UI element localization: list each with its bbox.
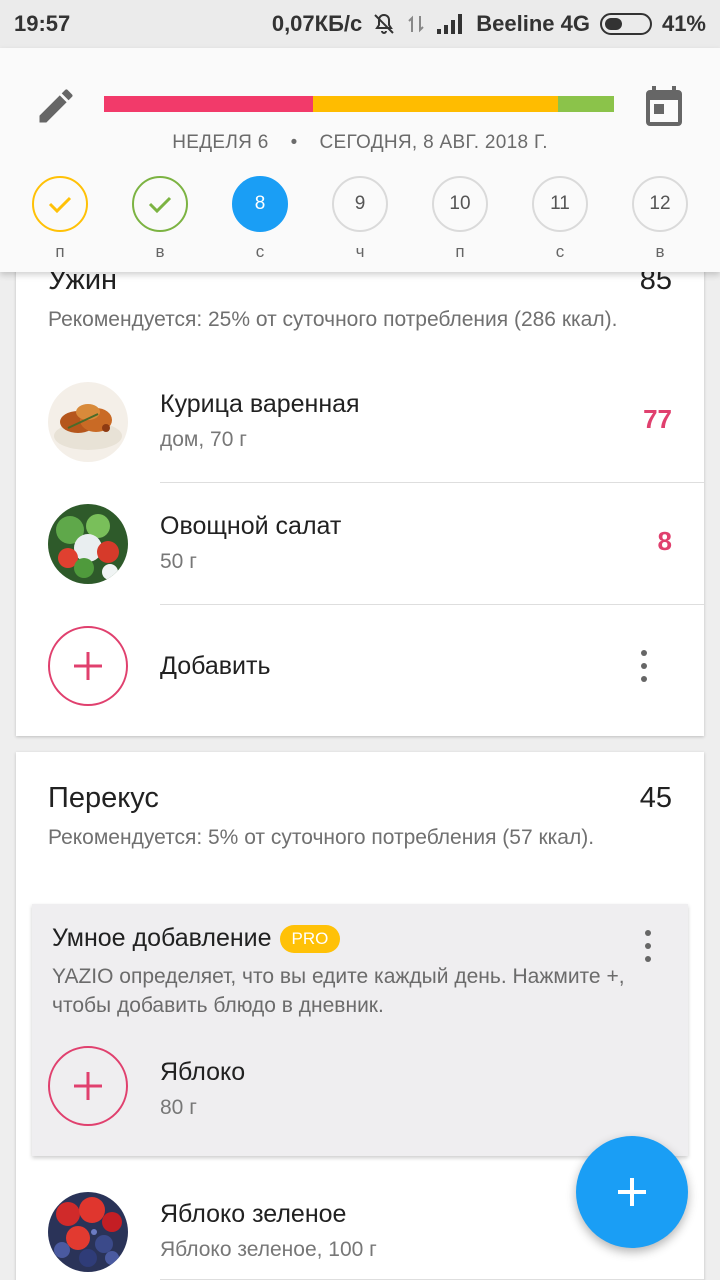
meal-title: Перекус — [48, 782, 159, 814]
more-vert-icon[interactable] — [632, 646, 656, 686]
day-label: п — [55, 242, 65, 261]
status-time: 19:57 — [14, 11, 71, 36]
day-5[interactable]: 11 с — [532, 176, 588, 262]
network-speed: 0,07КБ/с — [271, 11, 363, 36]
carrier-name: Beeline 4G — [476, 11, 590, 36]
food-detail: 50 г — [160, 550, 197, 573]
check-icon — [48, 196, 72, 214]
food-name: Яблоко зеленое — [160, 1200, 347, 1228]
food-detail: дом, 70 г — [160, 428, 247, 451]
signal-icon — [436, 13, 466, 35]
progress-segment — [558, 96, 614, 112]
battery-percent: 41% — [661, 11, 706, 36]
day-number: 12 — [649, 193, 671, 214]
plus-icon — [74, 652, 102, 680]
meal-total: 45 — [639, 782, 672, 814]
battery-fill — [604, 18, 622, 30]
food-name: Овощной салат — [160, 512, 342, 540]
food-detail: Яблоко зеленое, 100 г — [160, 1238, 377, 1261]
data-arrows-icon — [406, 12, 426, 36]
divider — [160, 482, 704, 483]
diary-header: НЕДЕЛЯ 6 • СЕГОДНЯ, 8 АВГ. 2018 Г. пв8с9ч1… — [0, 48, 720, 272]
dinner-card: Ужин 85 Рекомендуется: 25% от суточного … — [16, 232, 704, 736]
day-number: 10 — [449, 193, 471, 214]
add-fab-button[interactable] — [576, 1136, 688, 1248]
divider — [160, 604, 704, 605]
day-1[interactable]: в — [132, 176, 188, 262]
food-kcal: 8 — [657, 526, 672, 556]
pro-badge: PRO — [279, 925, 341, 954]
day-2[interactable]: 8с — [232, 176, 288, 262]
more-vert-icon[interactable] — [636, 926, 660, 966]
berries-image — [48, 1192, 128, 1272]
meal-recommendation: Рекомендуется: 25% от суточного потребле… — [48, 308, 618, 331]
day-circle[interactable]: 8 — [232, 176, 288, 232]
day-4[interactable]: 10 п — [432, 176, 488, 262]
day-label: ч — [355, 242, 365, 261]
status-bar: 19:57 0,07КБ/с Beeline 4G 41% — [0, 0, 720, 48]
separator-dot: • — [290, 132, 298, 153]
food-item[interactable]: Курица варенная дом, 70 г 77 — [16, 362, 704, 482]
day-number: 9 — [354, 193, 366, 214]
day-0[interactable]: п — [32, 176, 88, 262]
day-circle[interactable]: 10 — [432, 176, 488, 232]
suggestion-name: Яблоко — [160, 1058, 246, 1086]
pencil-icon[interactable] — [34, 84, 78, 128]
day-number: 8 — [254, 193, 266, 214]
suggestion-detail: 80 г — [160, 1096, 197, 1119]
day-circle[interactable] — [32, 176, 88, 232]
date-label[interactable]: СЕГОДНЯ, 8 АВГ. 2018 Г. — [320, 132, 548, 153]
day-circle[interactable] — [132, 176, 188, 232]
day-6[interactable]: 12 в — [632, 176, 688, 262]
day-circle[interactable]: 11 — [532, 176, 588, 232]
day-circle[interactable]: 9 — [332, 176, 388, 232]
vegetable-salad-image — [48, 504, 128, 584]
food-item[interactable]: Овощной салат 50 г 8 — [16, 484, 704, 604]
day-selector: п в 8 с 9 ч 10 п 11 с 12 в — [0, 176, 720, 272]
day-label: с — [555, 242, 565, 261]
check-icon — [148, 196, 172, 214]
meal-recommendation: Рекомендуется: 5% от суточного потреблен… — [48, 826, 595, 849]
smart-add-panel: Умное добавление PRO YAZIO определяет, чт… — [32, 904, 688, 1156]
smart-add-title: Умное добавление — [52, 924, 272, 952]
food-kcal: 77 — [643, 404, 672, 434]
status-right: 0,07КБ/с Beeline 4G 41% — [272, 11, 706, 37]
day-number: 11 — [550, 193, 570, 214]
smart-add-description: YAZIO определяет, что вы едите каждый де… — [52, 965, 625, 1017]
week-date-line: НЕДЕЛЯ 6 • СЕГОДНЯ, 8 АВГ. 2018 Г. — [0, 132, 720, 154]
roast-chicken-image — [48, 382, 128, 462]
food-name: Курица варенная — [160, 390, 360, 418]
add-suggestion-button[interactable] — [48, 1046, 128, 1126]
progress-segment — [104, 96, 313, 112]
plus-icon — [618, 1178, 646, 1206]
day-label: в — [155, 242, 165, 261]
calorie-progress-bar — [104, 96, 614, 112]
week-label: НЕДЕЛЯ 6 — [172, 132, 269, 153]
day-label: с — [255, 242, 265, 261]
plus-icon — [74, 1072, 102, 1100]
smart-add-header: Умное добавление PRO — [52, 924, 341, 954]
day-label: в — [655, 242, 665, 261]
calendar-icon[interactable] — [640, 82, 688, 130]
add-label[interactable]: Добавить — [160, 652, 271, 681]
day-circle[interactable]: 12 — [632, 176, 688, 232]
progress-segment — [313, 96, 558, 112]
battery-icon — [599, 13, 652, 35]
day-label: п — [455, 242, 465, 261]
add-food-button[interactable] — [48, 626, 128, 706]
day-3[interactable]: 9ч — [332, 176, 388, 262]
mute-bell-icon — [372, 12, 396, 36]
